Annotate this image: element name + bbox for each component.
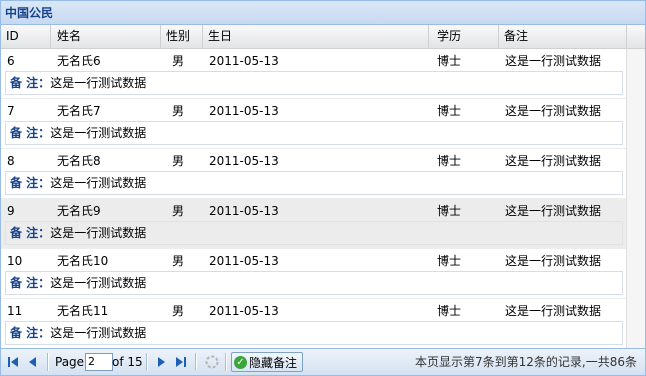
first-page-icon [8,357,18,367]
row-note: 备 注：这是一行测试数据 [5,171,623,195]
column-header-name[interactable]: 姓名 [51,25,161,48]
cell-birthday: 2011-05-13 [209,254,279,268]
cell-name: 无名氏6 [57,54,101,68]
grid-panel: 中国公民 ID 姓名 性别 生日 学历 备注 6 无名氏6 男 2011-05-… [0,0,646,376]
cell-birthday: 2011-05-13 [209,304,279,318]
note-label: 备 注： [10,226,51,240]
cell-name: 无名氏11 [57,304,109,318]
note-label: 备 注： [10,326,51,340]
page-number-input[interactable]: 2 [85,353,113,371]
toolbar-separator [47,353,49,371]
last-page-button[interactable] [173,354,189,370]
table-row-selected[interactable]: 9 无名氏9 男 2011-05-13 博士 这是一行测试数据 备 注：这是一行… [1,199,627,249]
first-page-button[interactable] [5,354,21,370]
toolbar-separator [225,353,227,371]
refresh-icon [205,355,219,369]
paging-status-text: 本页显示第7条到第12条的记录,一共86条 [415,355,637,369]
last-page-icon [176,357,186,367]
table-row[interactable]: 7 无名氏7 男 2011-05-13 博士 这是一行测试数据 备 注：这是一行… [1,99,627,149]
cell-gender: 男 [172,54,185,68]
cell-education: 博士 [437,154,462,168]
cell-birthday: 2011-05-13 [209,104,279,118]
cell-remark: 这是一行测试数据 [505,54,602,68]
note-text: 这是一行测试数据 [50,176,147,190]
refresh-button[interactable] [204,354,220,370]
cell-name: 无名氏7 [57,104,101,118]
table-row[interactable]: 10 无名氏10 男 2011-05-13 博士 这是一行测试数据 备 注：这是… [1,249,627,299]
hide-notes-label: 隐藏备注 [249,355,298,370]
cell-remark: 这是一行测试数据 [505,154,602,168]
cell-id: 9 [7,204,15,218]
cell-id: 6 [7,54,15,68]
page-label: Page [55,355,85,369]
table-row[interactable]: 6 无名氏6 男 2011-05-13 博士 这是一行测试数据 备 注：这是一行… [1,49,627,99]
cell-gender: 男 [172,254,185,268]
cell-id: 11 [7,304,23,318]
check-icon: ✓ [234,355,247,369]
row-note: 备 注：这是一行测试数据 [5,321,623,345]
cell-gender: 男 [172,304,185,318]
row-note: 备 注：这是一行测试数据 [5,271,623,295]
hide-notes-button[interactable]: ✓ 隐藏备注 [231,352,303,372]
cell-education: 博士 [437,104,462,118]
cell-remark: 这是一行测试数据 [505,204,602,218]
page-count-label: of 15 [112,355,143,369]
column-header-gender[interactable]: 性别 [161,25,203,48]
table-row[interactable]: 8 无名氏8 男 2011-05-13 博士 这是一行测试数据 备 注：这是一行… [1,149,627,199]
table-row[interactable]: 11 无名氏11 男 2011-05-13 博士 这是一行测试数据 备 注：这是… [1,299,627,349]
note-label: 备 注： [10,176,51,190]
paging-toolbar: Page 2 of 15 ✓ 隐藏备注 本页显示第7条到第12条的记录,一共86… [1,348,645,375]
panel-title: 中国公民 [1,1,645,25]
row-note: 备 注：这是一行测试数据 [5,71,623,95]
column-header-spacer [627,25,645,48]
cell-remark: 这是一行测试数据 [505,254,602,268]
prev-page-icon [29,357,36,367]
cell-education: 博士 [437,254,462,268]
cell-birthday: 2011-05-13 [209,54,279,68]
cell-education: 博士 [437,304,462,318]
row-note: 备 注：这是一行测试数据 [5,221,623,245]
cell-id: 10 [7,254,23,268]
cell-name: 无名氏9 [57,204,101,218]
vertical-scrollbar[interactable] [626,49,645,350]
cell-birthday: 2011-05-13 [209,204,279,218]
prev-page-button[interactable] [25,354,41,370]
cell-gender: 男 [172,104,185,118]
grid-body: 6 无名氏6 男 2011-05-13 博士 这是一行测试数据 备 注：这是一行… [1,49,627,350]
toolbar-separator [195,353,197,371]
column-header-id[interactable]: ID [1,25,51,48]
column-header-education[interactable]: 学历 [429,25,499,48]
cell-birthday: 2011-05-13 [209,154,279,168]
note-text: 这是一行测试数据 [50,126,147,140]
note-text: 这是一行测试数据 [50,276,147,290]
cell-education: 博士 [437,204,462,218]
cell-name: 无名氏8 [57,154,101,168]
cell-name: 无名氏10 [57,254,109,268]
cell-remark: 这是一行测试数据 [505,104,602,118]
next-page-button[interactable] [153,354,169,370]
note-text: 这是一行测试数据 [50,76,147,90]
note-label: 备 注： [10,76,51,90]
cell-id: 7 [7,104,15,118]
toolbar-separator [146,353,148,371]
column-header-remark[interactable]: 备注 [499,25,627,48]
row-note: 备 注：这是一行测试数据 [5,121,623,145]
cell-remark: 这是一行测试数据 [505,304,602,318]
cell-gender: 男 [172,154,185,168]
cell-id: 8 [7,154,15,168]
note-text: 这是一行测试数据 [50,226,147,240]
column-header-birthday[interactable]: 生日 [203,25,429,48]
cell-gender: 男 [172,204,185,218]
cell-education: 博士 [437,54,462,68]
grid-header: ID 姓名 性别 生日 学历 备注 [1,25,645,49]
next-page-icon [158,357,165,367]
note-label: 备 注： [10,276,51,290]
note-text: 这是一行测试数据 [50,326,147,340]
note-label: 备 注： [10,126,51,140]
